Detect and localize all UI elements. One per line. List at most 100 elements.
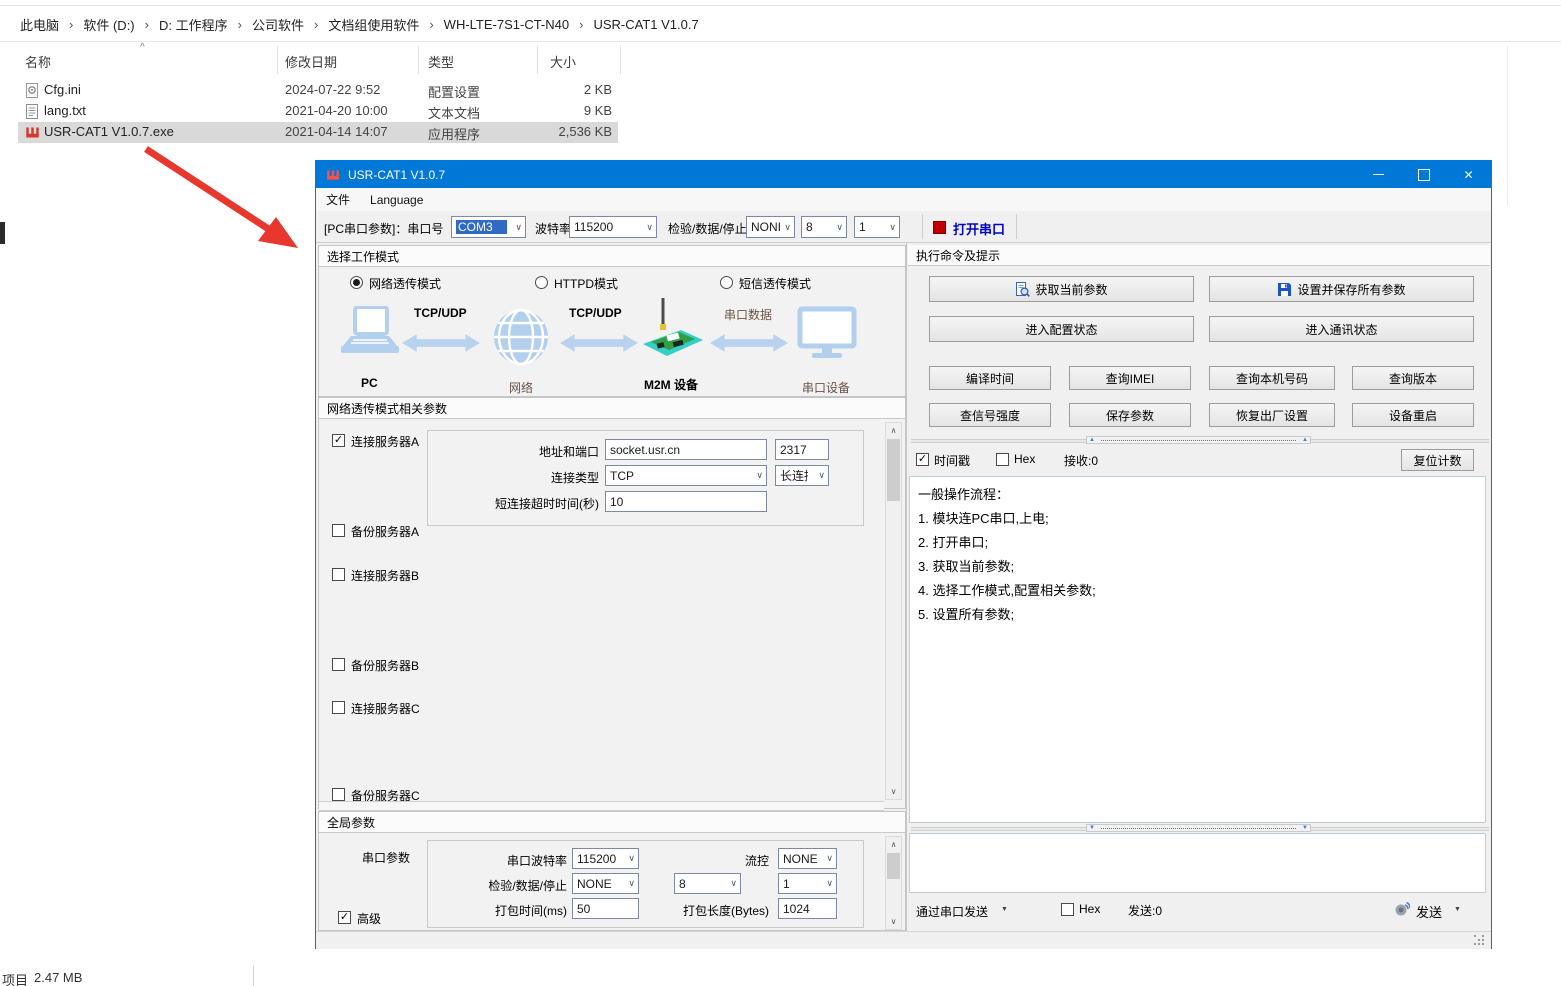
device-restart-label: 设备重启 <box>1389 407 1437 424</box>
global-databits-select[interactable]: 8 ∨ <box>674 873 741 894</box>
breadcrumb-item-drive[interactable]: 软件 (D:) <box>77 15 140 34</box>
query-phone-number-button[interactable]: 查询本机号码 <box>1209 366 1335 390</box>
explorer-scrollbar[interactable] <box>1507 46 1508 206</box>
breadcrumb-item-this-pc[interactable]: 此电脑 <box>14 15 65 34</box>
stopbits-value: 1 <box>859 220 866 234</box>
breadcrumb-item-company[interactable]: 公司软件 <box>246 15 310 34</box>
net-params-scrollbar[interactable]: ∧ ∨ <box>885 422 902 800</box>
checkbox-advanced-label: 高级 <box>357 910 381 927</box>
query-version-button[interactable]: 查询版本 <box>1352 366 1474 390</box>
checkbox-backup-a[interactable] <box>332 524 345 537</box>
device-restart-button[interactable]: 设备重启 <box>1352 403 1474 427</box>
file-row-lang-txt[interactable]: lang.txt 2021-04-20 10:00 文本文档 9 KB <box>18 101 618 122</box>
send-button[interactable]: 发送 <box>1416 902 1442 921</box>
scroll-down-icon[interactable]: ∨ <box>886 914 901 929</box>
radio-httpd-mode[interactable] <box>535 276 548 289</box>
server-a-address-input[interactable]: socket.usr.cn <box>605 439 767 460</box>
column-header-date[interactable]: 修改日期 <box>285 52 337 71</box>
conn-type-select[interactable]: TCP ∨ <box>605 465 767 486</box>
global-parity-select[interactable]: NONE ∨ <box>572 873 639 894</box>
maximize-button[interactable] <box>1401 161 1446 188</box>
short-timeout-input[interactable]: 10 <box>605 491 767 512</box>
scrollbar-thumb[interactable] <box>887 439 900 501</box>
menu-language[interactable]: Language <box>360 193 433 207</box>
stopbits-select[interactable]: 1 ∨ <box>854 216 900 238</box>
net-params-hscrollbar[interactable] <box>319 801 884 811</box>
parity-select[interactable]: NONI ∨ <box>746 216 795 238</box>
file-row-cfg-ini[interactable]: Cfg.ini 2024-07-22 9:52 配置设置 2 KB <box>18 80 618 101</box>
databits-select[interactable]: 8 ∨ <box>801 216 847 238</box>
breadcrumb-item-product[interactable]: WH-LTE-7S1-CT-N40 <box>438 17 575 32</box>
checkbox-recv-hex[interactable] <box>996 453 1009 466</box>
pack-len-input[interactable]: 1024 <box>778 898 837 919</box>
breadcrumb-item-docsoft[interactable]: 文档组使用软件 <box>322 15 425 34</box>
server-a-port-input[interactable]: 2317 <box>775 439 829 460</box>
send-input-area[interactable] <box>909 833 1486 893</box>
column-divider[interactable] <box>537 46 538 74</box>
send-options-arrow-icon[interactable]: ▼ <box>1454 906 1461 913</box>
enter-comm-state-button[interactable]: 进入通讯状态 <box>1209 316 1474 342</box>
checkbox-backup-b[interactable] <box>332 658 345 671</box>
baud-select[interactable]: 115200 ∨ <box>569 216 657 238</box>
breadcrumb-item-workdir[interactable]: D: 工作程序 <box>153 15 234 34</box>
query-imei-button[interactable]: 查询IMEI <box>1069 366 1191 390</box>
window-resize-grip[interactable] <box>1474 935 1476 937</box>
checkbox-server-c[interactable] <box>332 701 345 714</box>
com-port-select[interactable]: COM3 ∨ <box>451 216 526 238</box>
keepalive-select[interactable]: 长连接 ∨ <box>775 465 829 486</box>
column-divider[interactable] <box>418 46 419 74</box>
pack-time-input[interactable]: 50 <box>572 898 639 919</box>
recv-splitter[interactable]: ▲ ▲ <box>911 436 1489 444</box>
close-button[interactable]: ✕ <box>1446 161 1491 188</box>
radio-net-transparent-mode[interactable] <box>350 276 363 289</box>
flow-control-select[interactable]: NONE ∨ <box>778 848 837 869</box>
factory-reset-button[interactable]: 恢复出厂设置 <box>1209 403 1335 427</box>
radio-httpd-label[interactable]: HTTPD模式 <box>554 275 618 292</box>
checkbox-server-a[interactable]: ✓ <box>332 434 345 447</box>
global-baud-select[interactable]: 115200 ∨ <box>572 848 639 869</box>
radio-sms-label[interactable]: 短信透传模式 <box>739 275 811 292</box>
splitter-handle[interactable]: ▲ ▲ <box>1086 436 1311 444</box>
global-stopbits-select[interactable]: 1 ∨ <box>778 873 837 894</box>
check-icon: ✓ <box>340 911 349 923</box>
dropdown-arrow-icon[interactable]: ▼ <box>1001 906 1008 913</box>
m2m-device-icon <box>641 296 705 364</box>
radio-net-transparent-label[interactable]: 网络透传模式 <box>369 275 441 292</box>
save-settings-button[interactable]: 保存参数 <box>1069 403 1191 427</box>
breadcrumb-separator-icon: › <box>310 17 322 32</box>
query-signal-button[interactable]: 查信号强度 <box>929 403 1051 427</box>
column-header-name[interactable]: 名称 <box>25 52 51 71</box>
checkbox-server-b[interactable] <box>332 568 345 581</box>
scrollbar-thumb[interactable] <box>887 853 900 879</box>
scroll-up-icon[interactable]: ∧ <box>886 837 901 852</box>
reset-counter-button[interactable]: 复位计数 <box>1401 449 1474 471</box>
titlebar[interactable]: USR-CAT1 V1.0.7 <box>316 161 1491 188</box>
send-via-serial-dropdown[interactable]: 通过串口发送 <box>916 903 988 920</box>
column-divider[interactable] <box>277 46 278 74</box>
compile-time-button[interactable]: 编译时间 <box>929 366 1051 390</box>
radio-sms-mode[interactable] <box>720 276 733 289</box>
splitter-handle[interactable]: ▼ ▼ <box>1086 824 1311 832</box>
enter-config-state-button[interactable]: 进入配置状态 <box>929 316 1194 342</box>
open-serial-button[interactable]: 打开串口 <box>953 219 1005 238</box>
red-annotation-arrow <box>130 135 320 265</box>
get-params-button[interactable]: 获取当前参数 <box>929 276 1194 302</box>
column-header-type[interactable]: 类型 <box>428 52 454 71</box>
scroll-down-icon[interactable]: ∨ <box>886 784 901 799</box>
checkbox-backup-c[interactable] <box>332 788 345 801</box>
checkbox-advanced[interactable]: ✓ <box>338 911 351 924</box>
breadcrumb-item-current[interactable]: USR-CAT1 V1.0.7 <box>587 17 704 32</box>
command-panel-title: 执行命令及提示 <box>908 245 1490 266</box>
column-header-size[interactable]: 大小 <box>550 52 576 71</box>
receive-log-area[interactable]: 一般操作流程： 1. 模块连PC串口,上电; 2. 打开串口; 3. 获取当前参… <box>909 476 1486 823</box>
set-save-params-button[interactable]: 设置并保存所有参数 <box>1209 276 1474 302</box>
checkbox-send-hex[interactable] <box>1061 903 1074 916</box>
parity-value: NONI <box>751 220 781 234</box>
global-params-scrollbar[interactable]: ∧ ∨ <box>885 836 902 930</box>
minimize-button[interactable] <box>1356 161 1401 188</box>
menu-file[interactable]: 文件 <box>316 191 360 208</box>
column-divider[interactable] <box>620 46 621 74</box>
scroll-up-icon[interactable]: ∧ <box>886 423 901 438</box>
send-splitter[interactable]: ▼ ▼ <box>911 824 1489 832</box>
checkbox-timestamp[interactable]: ✓ <box>916 453 929 466</box>
